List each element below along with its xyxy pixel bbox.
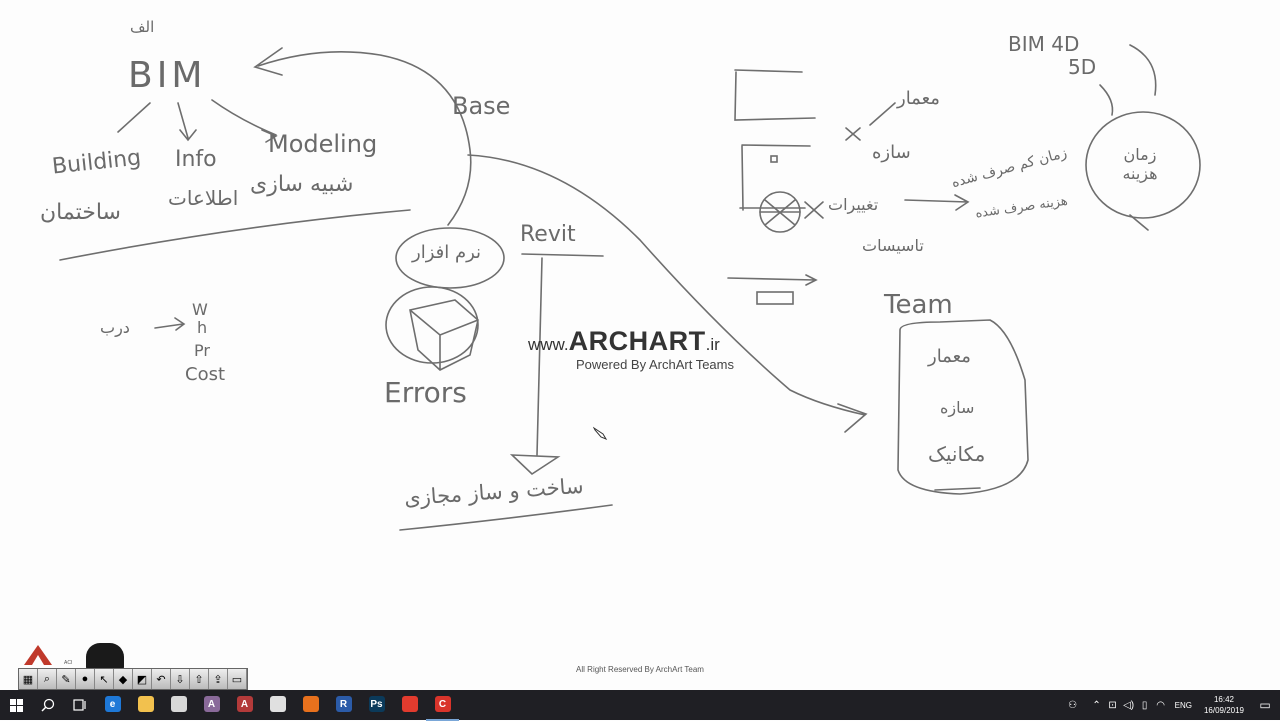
bim-label: BIM [128, 55, 207, 96]
taskbar-apps: e A A R Ps C [96, 689, 459, 721]
watermark-suffix: .ir [705, 335, 720, 354]
modeling-label: Modeling [268, 130, 378, 158]
taskbar-app-edge[interactable]: e [96, 689, 129, 719]
arrow-modeling [211, 99, 278, 143]
team-arch-label: معمار [928, 346, 971, 367]
taskbar-app-revit[interactable]: R [327, 689, 360, 719]
recorder-icon [401, 696, 418, 712]
fa-door-label: درب [100, 318, 130, 337]
archicad-icon: A [203, 696, 220, 712]
revit-underline [521, 253, 604, 257]
arrow-changes [904, 194, 970, 211]
rect-struct [741, 144, 811, 211]
watermark-site: www.ARCHART.ir [528, 326, 720, 357]
search-icon [41, 698, 55, 712]
error-wireframe [409, 299, 479, 371]
volume-icon[interactable]: ◁) [1121, 700, 1137, 711]
fa-install-label: تاسیسات [862, 236, 924, 255]
notification-icon[interactable]: ▭ [1250, 698, 1280, 712]
team-mech-label: مکانیک [928, 442, 986, 466]
camtasia-icon: C [434, 696, 451, 712]
archart-logo-icon: ACH [24, 645, 72, 666]
errors-label: Errors [384, 376, 467, 409]
taskbar-app-photoshop[interactable]: Ps [360, 689, 393, 719]
taskbar-app-archicad[interactable]: A [195, 689, 228, 719]
revit-label: Revit [520, 222, 576, 247]
h-label: h [197, 318, 208, 337]
virtual-underline [399, 504, 613, 531]
fa-info-label: اطلاعات [168, 186, 239, 210]
fa-construction-label: ساختمان [40, 200, 121, 225]
windows-taskbar: e A A R Ps C ⚇ ⌃ ⊡ ◁) ▯ ◠ ENG 16:42 16/09/201… [0, 689, 1280, 721]
fa-changes-label: تغییرات [828, 195, 879, 214]
bim4d-label: BIM 4D [1008, 32, 1080, 56]
fa-arch-label: معمار [897, 88, 940, 109]
door-arrow [154, 317, 186, 331]
explorer-icon [137, 696, 154, 712]
rect-arch [734, 69, 816, 121]
taskbar-app-mail[interactable] [162, 689, 195, 719]
system-tray: ⚇ ⌃ ⊡ ◁) ▯ ◠ ENG 16:42 16/09/2019 ▭ [1065, 690, 1280, 720]
windows-logo-icon [9, 698, 23, 712]
bim5d-label: 5D [1068, 55, 1097, 79]
w-label: W [192, 300, 208, 319]
people-icon[interactable]: ⚇ [1065, 700, 1081, 711]
clock-time: 16:42 [1213, 695, 1234, 704]
arrow-install [727, 274, 818, 286]
arrow-building [117, 102, 151, 133]
maps-icon [269, 696, 286, 712]
cost-label: Cost [185, 364, 226, 385]
pen-cursor-icon [593, 426, 608, 440]
revit-arrowhead [509, 454, 561, 476]
watermark-prefix: www. [528, 335, 569, 354]
fa-time-cost-label: زمان هزینه [1122, 145, 1158, 183]
task-view-button[interactable] [64, 690, 96, 720]
arrow-info [177, 102, 197, 142]
base-label: Base [452, 92, 511, 120]
edge-icon: e [104, 696, 121, 712]
footer-copyright: All Right Reserved By ArchArt Team [576, 665, 704, 674]
pr-label: Pr [194, 341, 210, 360]
clock[interactable]: 16:42 16/09/2019 [1198, 694, 1250, 716]
team-label: Team [884, 290, 953, 320]
cross-mark [845, 127, 861, 141]
fa-struct-label: سازه [872, 142, 911, 163]
photoshop-icon: Ps [368, 696, 385, 712]
taskbar-app-recorder[interactable] [393, 689, 426, 719]
taskbar-app-explorer[interactable] [129, 689, 162, 719]
mail-icon [170, 696, 187, 712]
bim-fa-label: الف [130, 18, 155, 36]
start-button[interactable] [0, 690, 32, 720]
autocad-icon: A [236, 696, 253, 712]
taskbar-app-firefox[interactable] [294, 689, 327, 719]
team-struct-label: سازه [940, 398, 975, 417]
language-indicator[interactable]: ENG [1169, 701, 1198, 710]
fa-sim-label: شبیه سازی [250, 172, 354, 197]
network-icon[interactable]: ⊡ [1105, 700, 1121, 711]
clock-date: 16/09/2019 [1203, 706, 1244, 715]
info-label: Info [175, 147, 217, 172]
search-button[interactable] [32, 690, 64, 720]
fa-software-label: نرم افزار [412, 242, 482, 263]
task-view-icon [73, 699, 86, 711]
watermark-name: ARCHART [568, 326, 706, 356]
firefox-icon [302, 696, 319, 712]
curve-to-team [467, 154, 868, 433]
taskbar-app-camtasia[interactable]: C [426, 689, 459, 721]
taskbar-app-autocad[interactable]: A [228, 689, 261, 719]
watermark-powered-by: Powered By ArchArt Teams [576, 357, 734, 372]
shield-icon[interactable]: ▯ [1137, 700, 1153, 711]
taskbar-app-maps[interactable] [261, 689, 294, 719]
revit-icon: R [335, 696, 352, 712]
wifi-icon[interactable]: ◠ [1153, 700, 1169, 711]
chevron-up-icon[interactable]: ⌃ [1089, 700, 1105, 711]
